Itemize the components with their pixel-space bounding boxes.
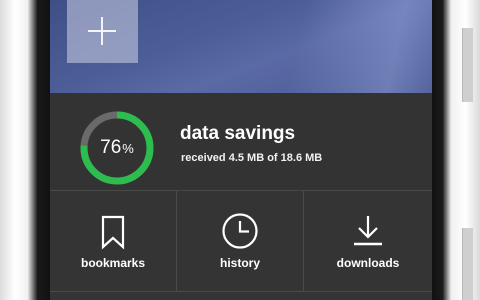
bookmark-icon xyxy=(101,215,125,250)
phone-bezel-left xyxy=(0,0,50,300)
bookmarks-button[interactable]: bookmarks xyxy=(50,191,177,291)
downloads-button[interactable]: downloads xyxy=(304,191,432,291)
volume-button xyxy=(462,28,473,102)
grid-divider xyxy=(50,291,432,292)
percent-symbol: % xyxy=(122,140,134,156)
phone-screen: 76% data savings received 4.5 MB of 18.6… xyxy=(50,0,432,300)
history-button[interactable]: history xyxy=(177,191,304,291)
add-tile-button[interactable] xyxy=(67,0,138,63)
downloads-label: downloads xyxy=(336,256,400,270)
download-icon xyxy=(354,216,382,246)
power-button xyxy=(462,228,473,300)
data-savings-title: data savings xyxy=(180,123,296,144)
history-label: history xyxy=(219,256,260,270)
plus-icon-bar xyxy=(88,30,116,32)
tile-grid: bookmarks history downloads xyxy=(50,190,432,300)
clock-icon xyxy=(222,213,258,249)
data-savings-panel[interactable]: 76% data savings received 4.5 MB of 18.6… xyxy=(50,93,432,190)
start-screen-wallpaper xyxy=(50,0,432,93)
data-savings-subtitle: received 4.5 MB of 18.6 MB xyxy=(181,152,323,164)
bookmarks-label: bookmarks xyxy=(80,256,146,270)
wallpaper-sheen xyxy=(205,0,432,93)
savings-percent-value: 76 xyxy=(100,137,122,158)
savings-percent: 76% xyxy=(78,109,156,187)
